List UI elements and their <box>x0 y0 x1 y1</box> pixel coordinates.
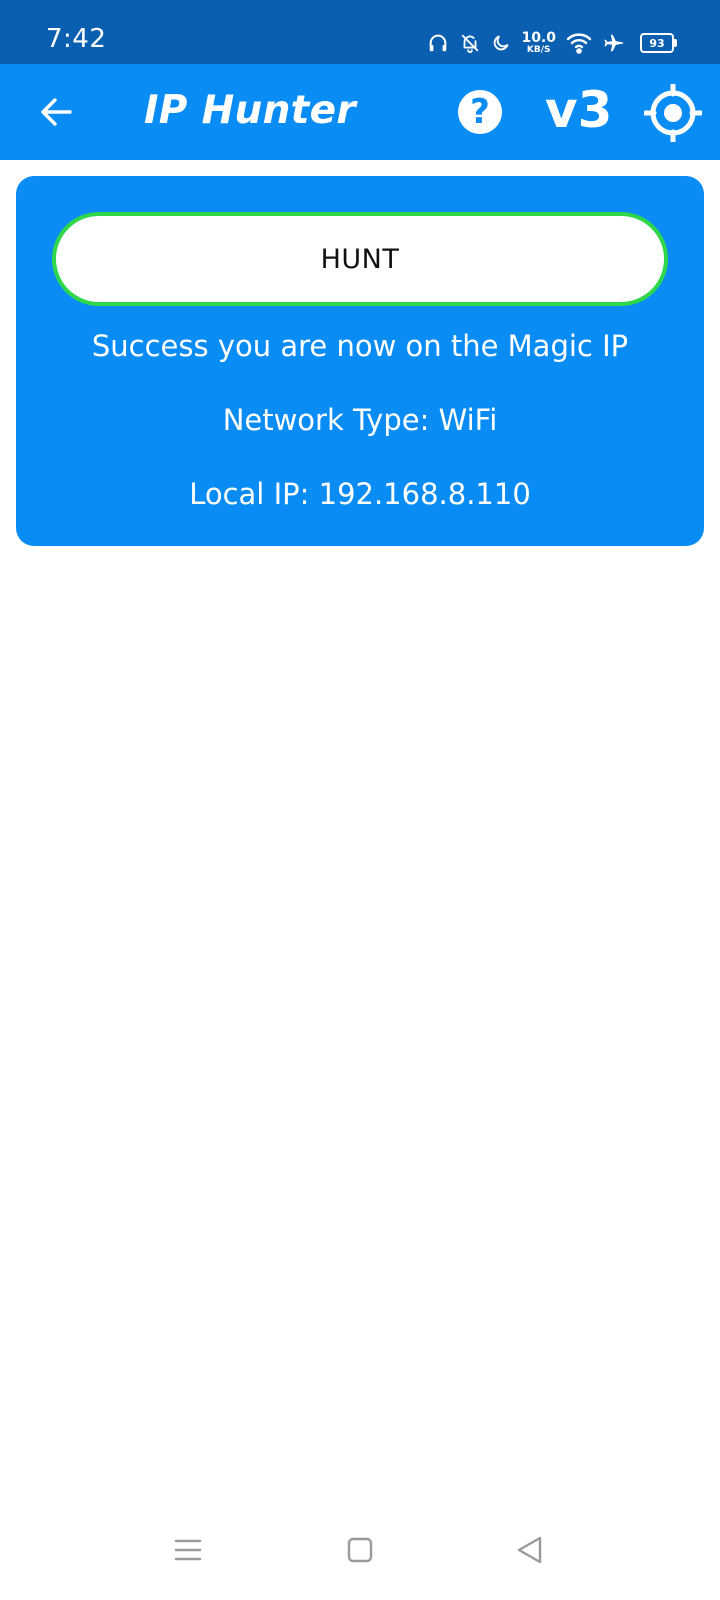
nav-home-button[interactable] <box>338 1528 382 1572</box>
help-button[interactable]: ? <box>458 90 502 134</box>
nav-menu-button[interactable] <box>166 1528 210 1572</box>
wifi-icon <box>566 32 592 54</box>
network-type: Network Type: WiFi <box>222 403 498 437</box>
target-button[interactable] <box>644 84 702 142</box>
target-icon <box>644 84 702 142</box>
headphones-icon <box>427 32 449 54</box>
hunt-button[interactable]: HUNT <box>52 212 668 306</box>
speed-unit: KB/S <box>526 45 551 55</box>
airplane-icon <box>602 32 626 54</box>
app-bar: IP Hunter ? v3 <box>0 64 720 160</box>
back-button[interactable] <box>30 86 82 138</box>
back-triangle-icon <box>517 1536 542 1564</box>
battery-icon: 93 <box>640 33 677 53</box>
bell-off-icon <box>459 32 481 54</box>
menu-icon <box>174 1539 202 1561</box>
navigation-bar <box>0 1500 720 1600</box>
speed-indicator: 10.0 KB/S <box>521 31 556 55</box>
help-icon: ? <box>470 92 490 132</box>
screen: 7:42 10.0 KB/S 93 IP Hunter ? v3 HUNT Su… <box>0 0 720 1600</box>
speed-value: 10.0 <box>521 30 556 46</box>
page-title: IP Hunter <box>144 88 356 133</box>
home-square-icon <box>347 1537 373 1563</box>
local-ip: Local IP: 192.168.8.110 <box>189 477 531 511</box>
status-bar: 7:42 10.0 KB/S 93 <box>0 0 720 64</box>
moon-icon <box>491 33 511 53</box>
status-message: Success you are now on the Magic IP <box>91 329 629 363</box>
back-arrow-icon <box>41 98 72 126</box>
info-card: HUNT Success you are now on the Magic IP… <box>16 176 704 546</box>
version-button[interactable]: v3 <box>545 80 612 140</box>
status-time: 7:42 <box>46 24 107 54</box>
status-icons: 10.0 KB/S 93 <box>427 28 677 58</box>
nav-back-button[interactable] <box>508 1528 552 1572</box>
